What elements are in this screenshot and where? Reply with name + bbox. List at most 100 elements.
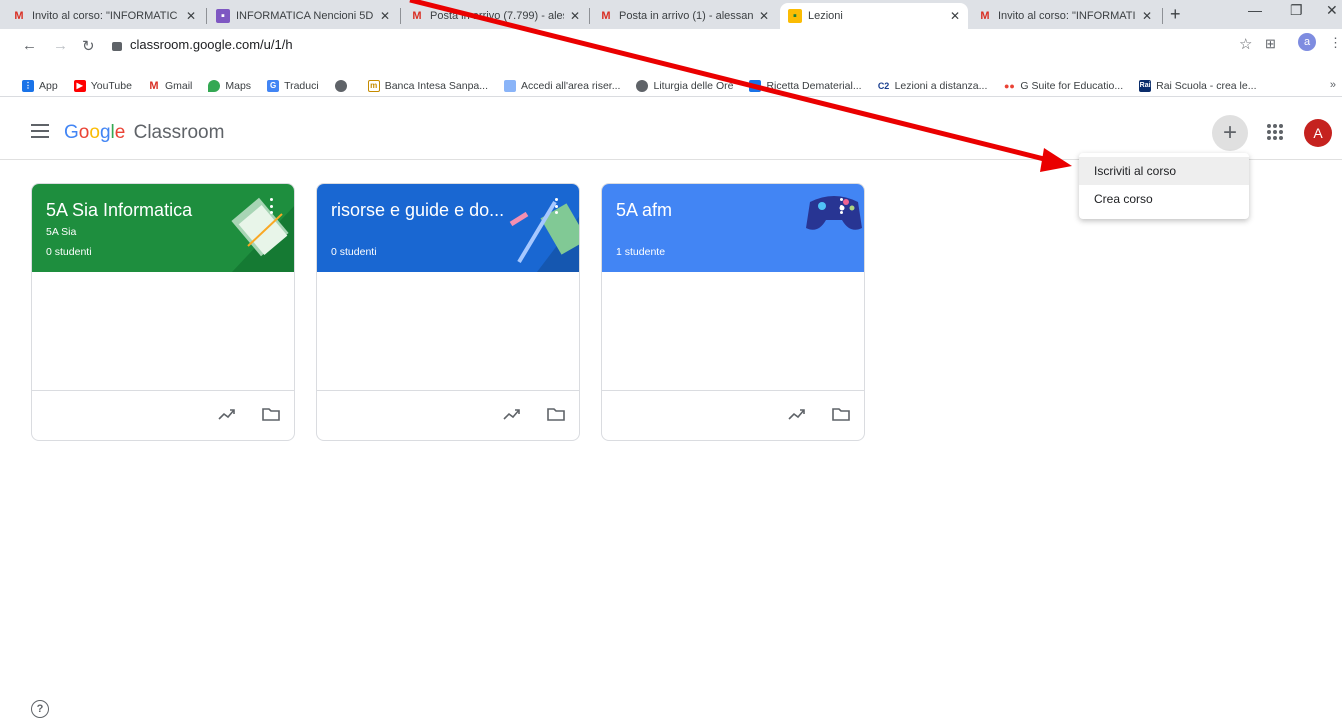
browser-tab[interactable]: ▪ INFORMATICA Nencioni 5D S ✕ — [208, 3, 398, 29]
more-bookmarks-icon[interactable]: » — [1330, 79, 1336, 91]
main-menu-icon[interactable] — [31, 124, 49, 138]
bookmark-item[interactable]: Maps — [208, 79, 252, 92]
extensions-icon[interactable]: ⊞ — [1265, 36, 1276, 52]
bookmark-label: Gmail — [164, 79, 193, 92]
bookmark-item[interactable]: m Banca Intesa Sanpa... — [367, 79, 489, 92]
apps-grid-icon: ⋮ — [22, 79, 34, 92]
close-window-icon[interactable]: ✕ — [1326, 2, 1338, 19]
gsuite-icon: ●● — [1003, 79, 1016, 92]
bookmark-item[interactable]: Accedi all'area riser... — [504, 79, 621, 92]
close-tab-icon[interactable]: ✕ — [570, 9, 580, 23]
rai-icon: Rai — [1139, 79, 1152, 92]
class-options-icon[interactable] — [840, 198, 844, 214]
create-class-menu-item[interactable]: Crea corso — [1079, 185, 1249, 213]
google-classroom-logo[interactable]: Google Classroom — [64, 122, 224, 144]
new-tab-icon[interactable]: + — [1170, 4, 1181, 25]
bookmark-item[interactable]: Rai Rai Scuola - crea le... — [1139, 79, 1257, 92]
bookmark-item[interactable]: Ricetta Dematerial... — [749, 79, 862, 92]
account-avatar[interactable]: A — [1304, 119, 1332, 147]
bookmark-label: Maps — [225, 79, 252, 92]
back-icon[interactable]: ← — [22, 37, 37, 54]
class-card[interactable]: 5A Sia Informatica 5A Sia 0 studenti — [31, 183, 295, 441]
close-tab-icon[interactable]: ✕ — [186, 9, 196, 23]
add-class-menu: Iscriviti al corso Crea corso — [1079, 153, 1249, 219]
folder-icon[interactable] — [832, 407, 850, 421]
trending-icon[interactable] — [218, 407, 236, 421]
class-section: 5A Sia — [46, 226, 77, 238]
bookmark-item[interactable]: ●● G Suite for Educatio... — [1003, 79, 1123, 92]
gmail-icon: M — [601, 10, 611, 22]
bank-icon: m — [367, 79, 380, 92]
browser-tab[interactable]: M Posta in arrivo (1) - alessandr ✕ — [591, 3, 777, 29]
help-icon[interactable]: ? — [31, 700, 49, 718]
bookmark-item[interactable]: C2 Lezioni a distanza... — [877, 79, 988, 92]
trending-icon[interactable] — [503, 407, 521, 421]
folder-icon[interactable] — [262, 407, 280, 421]
class-card-header[interactable]: risorse e guide e do... 0 studenti — [317, 184, 579, 272]
stationery-illustration-icon — [509, 200, 579, 272]
tab-title: Lezioni — [808, 10, 843, 22]
class-title[interactable]: 5A Sia Informatica — [46, 200, 192, 221]
bookmark-label: Lezioni a distanza... — [894, 79, 988, 92]
bookmarks-bar: ⋮ App ▶ YouTube M Gmail Maps G Traduci m… — [0, 75, 1342, 97]
class-options-icon[interactable] — [270, 198, 274, 214]
class-card-footer — [317, 390, 579, 440]
bookmark-label: Liturgia delle Ore — [653, 79, 734, 92]
browser-tab[interactable]: M Posta in arrivo (7.799) - aless ✕ — [402, 3, 588, 29]
folder-icon[interactable] — [547, 407, 565, 421]
close-tab-icon[interactable]: ✕ — [380, 9, 390, 23]
tab-title: INFORMATICA Nencioni 5D S — [236, 10, 374, 22]
bookmark-item[interactable]: ⋮ App — [22, 79, 58, 92]
bookmark-label: Accedi all'area riser... — [521, 79, 621, 92]
bookmark-label: App — [39, 79, 58, 92]
address-bar[interactable]: classroom.google.com/u/1/h — [112, 34, 1230, 54]
trending-icon[interactable] — [788, 407, 806, 421]
join-class-menu-item[interactable]: Iscriviti al corso — [1079, 157, 1249, 185]
bookmark-item[interactable]: ▶ YouTube — [73, 79, 132, 92]
forward-icon[interactable]: → — [53, 37, 68, 54]
class-card-footer — [602, 390, 864, 440]
bookmark-item[interactable]: Liturgia delle Ore — [636, 79, 734, 92]
browser-toolbar: ← → ↻ classroom.google.com/u/1/h ☆ ⊞ a ⋮ — [0, 29, 1342, 75]
gmail-icon: M — [412, 10, 422, 22]
bookmark-label: Ricetta Dematerial... — [766, 79, 862, 92]
browser-tab-active[interactable]: ▪ Lezioni ✕ — [780, 3, 968, 29]
browser-menu-icon[interactable]: ⋮ — [1329, 35, 1342, 51]
classroom-icon: ▪ — [216, 9, 230, 23]
bookmark-star-icon[interactable]: ☆ — [1239, 35, 1252, 53]
close-tab-icon[interactable]: ✕ — [950, 9, 960, 23]
browser-tab[interactable]: M Invito al corso: "INFORMATIC ✕ — [4, 3, 204, 29]
bookmark-item[interactable]: G Traduci — [267, 79, 319, 92]
bookmark-item[interactable] — [334, 79, 352, 92]
class-card-header[interactable]: 5A Sia Informatica 5A Sia 0 studenti — [32, 184, 294, 272]
class-card[interactable]: 5A afm 1 studente — [601, 183, 865, 441]
maximize-icon[interactable]: ❐ — [1290, 2, 1303, 19]
globe-icon — [636, 79, 649, 92]
url-text: classroom.google.com/u/1/h — [130, 36, 293, 52]
class-title[interactable]: 5A afm — [616, 200, 672, 221]
student-count: 1 studente — [616, 246, 666, 258]
class-title[interactable]: risorse e guide e do... — [331, 200, 504, 221]
class-card[interactable]: risorse e guide e do... 0 studenti — [316, 183, 580, 441]
class-options-icon[interactable] — [555, 198, 559, 214]
close-tab-icon[interactable]: ✕ — [759, 9, 769, 23]
translate-icon: G — [267, 79, 280, 92]
lock-icon — [112, 41, 122, 51]
browser-profile-avatar[interactable]: a — [1298, 33, 1316, 51]
gmail-icon: M — [147, 79, 160, 92]
minimize-icon[interactable]: — — [1248, 2, 1262, 18]
bookmark-item[interactable]: M Gmail — [147, 79, 193, 92]
close-tab-icon[interactable]: ✕ — [1142, 9, 1152, 23]
bookmark-label: Banca Intesa Sanpa... — [384, 79, 489, 92]
browser-tab[interactable]: M Invito al corso: "INFORMATIC ✕ — [970, 3, 1160, 29]
gamepad-illustration-icon — [806, 196, 862, 230]
classroom-icon: ▪ — [788, 9, 802, 23]
bookmark-label: Traduci — [284, 79, 319, 92]
reload-icon[interactable]: ↻ — [82, 37, 95, 55]
google-wordmark: Google — [64, 122, 126, 143]
google-apps-icon[interactable] — [1267, 124, 1283, 140]
class-card-header[interactable]: 5A afm 1 studente — [602, 184, 864, 272]
tab-title: Invito al corso: "INFORMATIC — [998, 10, 1136, 22]
bookmark-label: Rai Scuola - crea le... — [1156, 79, 1257, 92]
add-class-button[interactable]: + — [1212, 115, 1248, 151]
